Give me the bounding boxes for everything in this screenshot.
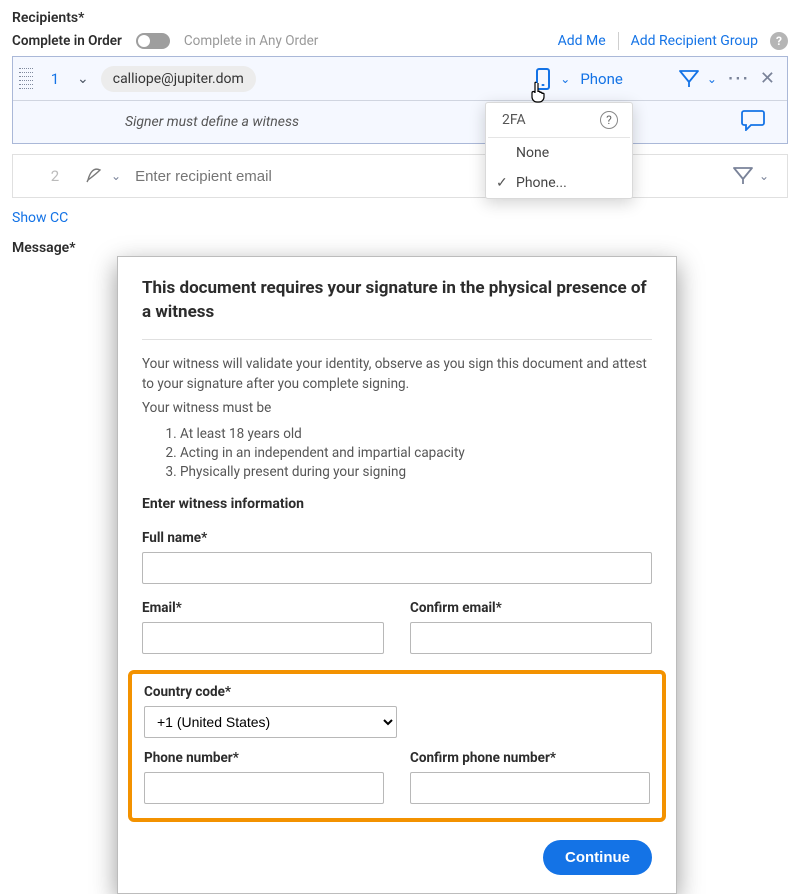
delivery-icon[interactable] bbox=[679, 70, 697, 88]
phone-number-label: Phone number bbox=[144, 750, 384, 766]
chevron-down-icon[interactable]: ⌄ bbox=[560, 72, 570, 86]
list-item: Physically present during your signing bbox=[180, 464, 652, 480]
more-options-icon[interactable]: ⋯ bbox=[727, 74, 750, 84]
add-me-link[interactable]: Add Me bbox=[558, 33, 606, 49]
full-name-label: Full name bbox=[142, 530, 652, 546]
divider bbox=[142, 339, 652, 340]
email-label: Email bbox=[142, 600, 384, 616]
modal-intro-2: Your witness must be bbox=[142, 398, 652, 418]
recipient-1-witness-row: Signer must define a witness ⌄ Phone bbox=[13, 101, 787, 143]
email-input[interactable] bbox=[142, 622, 384, 654]
message-heading: Message bbox=[12, 240, 788, 256]
add-recipient-group-link[interactable]: Add Recipient Group bbox=[631, 33, 758, 49]
complete-in-order-label: Complete in Order bbox=[12, 33, 122, 49]
chevron-down-icon[interactable]: ⌄ bbox=[759, 169, 769, 183]
recipient-2-row: 2 ⌄ ⌄ bbox=[12, 154, 788, 198]
phone-auth-label[interactable]: Phone bbox=[580, 70, 623, 88]
order-toggle-row: Complete in Order Complete in Any Order … bbox=[12, 32, 788, 50]
recipient-email-pill[interactable]: calliope@jupiter.dom bbox=[101, 66, 256, 92]
recipient-number: 1 bbox=[41, 70, 69, 88]
complete-any-order-label: Complete in Any Order bbox=[184, 33, 318, 49]
country-code-select[interactable]: +1 (United States) bbox=[144, 706, 397, 738]
phone-number-input[interactable] bbox=[144, 772, 384, 804]
recipient-number: 2 bbox=[41, 167, 69, 185]
order-toggle[interactable] bbox=[136, 33, 170, 49]
recipient-1-row: 1 ⌄ calliope@jupiter.dom ⌄ Phone ⌄ ⋯ ✕ bbox=[13, 57, 787, 101]
full-name-input[interactable] bbox=[142, 552, 652, 584]
recipients-heading: Recipients bbox=[12, 10, 788, 26]
witness-requirements-list: At least 18 years old Acting in an indep… bbox=[162, 426, 652, 480]
auth-dropdown-menu: 2FA ? None Phone... bbox=[485, 102, 633, 199]
country-code-label: Country code bbox=[144, 684, 650, 700]
drag-handle-icon[interactable] bbox=[19, 68, 33, 90]
recipient-email-input[interactable] bbox=[133, 167, 733, 186]
dropdown-item-none[interactable]: None bbox=[486, 138, 632, 168]
phone-icon bbox=[536, 68, 550, 90]
confirm-phone-input[interactable] bbox=[410, 772, 650, 804]
witness-note: Signer must define a witness bbox=[125, 114, 299, 130]
show-cc-link[interactable]: Show CC bbox=[12, 210, 68, 226]
delivery-icon[interactable] bbox=[733, 167, 751, 185]
chevron-down-icon[interactable]: ⌄ bbox=[77, 71, 89, 87]
chevron-down-icon[interactable]: ⌄ bbox=[111, 169, 121, 183]
chevron-down-icon[interactable]: ⌄ bbox=[707, 72, 717, 86]
confirm-phone-label: Confirm phone number bbox=[410, 750, 650, 766]
confirm-email-input[interactable] bbox=[410, 622, 652, 654]
enter-info-heading: Enter witness information bbox=[142, 496, 652, 512]
recipient-1-block: 1 ⌄ calliope@jupiter.dom ⌄ Phone ⌄ ⋯ ✕ S… bbox=[12, 56, 788, 144]
list-item: At least 18 years old bbox=[180, 426, 652, 442]
help-icon[interactable]: ? bbox=[600, 111, 618, 129]
dropdown-item-phone[interactable]: Phone... bbox=[486, 168, 632, 198]
help-icon[interactable]: ? bbox=[770, 32, 788, 50]
separator bbox=[618, 32, 619, 50]
remove-recipient-icon[interactable]: ✕ bbox=[760, 68, 775, 89]
modal-intro-1: Your witness will validate your identity… bbox=[142, 354, 652, 395]
witness-modal: This document requires your signature in… bbox=[117, 256, 677, 894]
modal-title: This document requires your signature in… bbox=[142, 277, 652, 325]
list-item: Acting in an independent and impartial c… bbox=[180, 445, 652, 461]
dropdown-header: 2FA ? bbox=[488, 103, 630, 138]
message-icon[interactable] bbox=[741, 109, 765, 131]
continue-button[interactable]: Continue bbox=[543, 840, 652, 875]
phone-section-highlight: Country code +1 (United States) Phone nu… bbox=[128, 670, 666, 822]
pen-icon[interactable] bbox=[85, 164, 105, 188]
confirm-email-label: Confirm email bbox=[410, 600, 652, 616]
